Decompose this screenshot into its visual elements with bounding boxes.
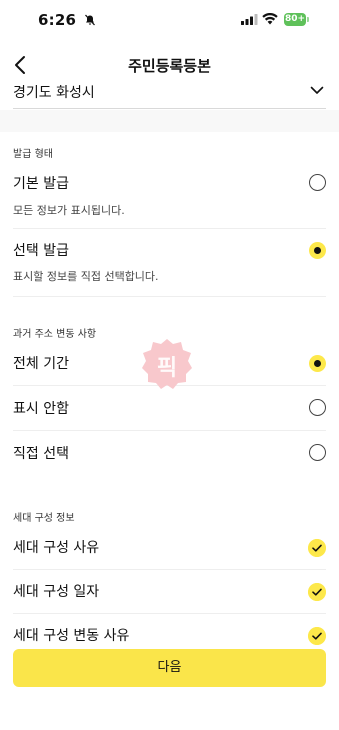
option-description: 표시할 정보를 직접 선택합니다.: [13, 270, 159, 283]
wifi-icon: [262, 13, 278, 25]
option-household-date[interactable]: 세대 구성 일자: [13, 581, 326, 605]
option-basic-issue[interactable]: 기본 발급 모든 정보가 표시됩니다.: [13, 173, 326, 217]
option-label: 직접 선택: [13, 446, 69, 462]
radio-selected[interactable]: [309, 355, 326, 372]
checkbox-checked-icon[interactable]: [308, 539, 326, 557]
section-label-issue-type: 발급 형태: [13, 149, 53, 160]
divider: [13, 296, 326, 297]
section-label-household: 세대 구성 정보: [13, 513, 75, 524]
divider: [13, 613, 326, 614]
radio-unselected[interactable]: [309, 444, 326, 461]
option-household-reason[interactable]: 세대 구성 사유: [13, 537, 326, 561]
divider: [13, 430, 326, 431]
bell-muted-icon: [85, 14, 95, 26]
option-description: 모든 정보가 표시됩니다.: [13, 204, 125, 217]
option-hide[interactable]: 표시 안함: [13, 398, 326, 422]
region-value: 경기도 화성시: [13, 85, 95, 101]
watermark-badge: 픽: [141, 338, 193, 390]
divider: [13, 228, 326, 229]
checkbox-checked-icon[interactable]: [308, 627, 326, 645]
option-label: 세대 구성 일자: [13, 584, 100, 600]
radio-selected[interactable]: [309, 242, 326, 259]
section-separator: [0, 110, 339, 132]
radio-unselected[interactable]: [309, 174, 326, 191]
radio-unselected[interactable]: [309, 399, 326, 416]
option-label: 세대 구성 변동 사유: [13, 628, 130, 644]
region-select[interactable]: 경기도 화성시: [13, 78, 326, 109]
watermark-text: 픽: [156, 356, 178, 381]
section-label-past-address: 과거 주소 변동 사항: [13, 329, 97, 340]
option-custom-select[interactable]: 직접 선택: [13, 443, 326, 467]
option-label: 기본 발급: [13, 176, 69, 192]
option-label: 전체 기간: [13, 356, 69, 372]
option-label: 표시 안함: [13, 401, 69, 417]
option-household-change-reason[interactable]: 세대 구성 변동 사유: [13, 625, 326, 649]
status-time: 6:26: [38, 11, 77, 29]
option-label: 선택 발급: [13, 243, 69, 259]
option-label: 세대 구성 사유: [13, 540, 100, 556]
battery-indicator: 80+: [284, 13, 306, 26]
checkbox-checked-icon[interactable]: [308, 583, 326, 601]
chevron-down-icon: [310, 86, 324, 94]
divider: [13, 569, 326, 570]
signal-icon: [241, 14, 258, 25]
page-title: 주민등록등본: [128, 57, 211, 75]
status-bar: 6:26 80+: [0, 0, 339, 40]
nav-bar: 주민등록등본: [0, 50, 339, 80]
next-button[interactable]: 다음: [13, 649, 326, 687]
battery-tip: [307, 17, 309, 22]
option-selective-issue[interactable]: 선택 발급 표시할 정보를 직접 선택합니다.: [13, 240, 326, 283]
